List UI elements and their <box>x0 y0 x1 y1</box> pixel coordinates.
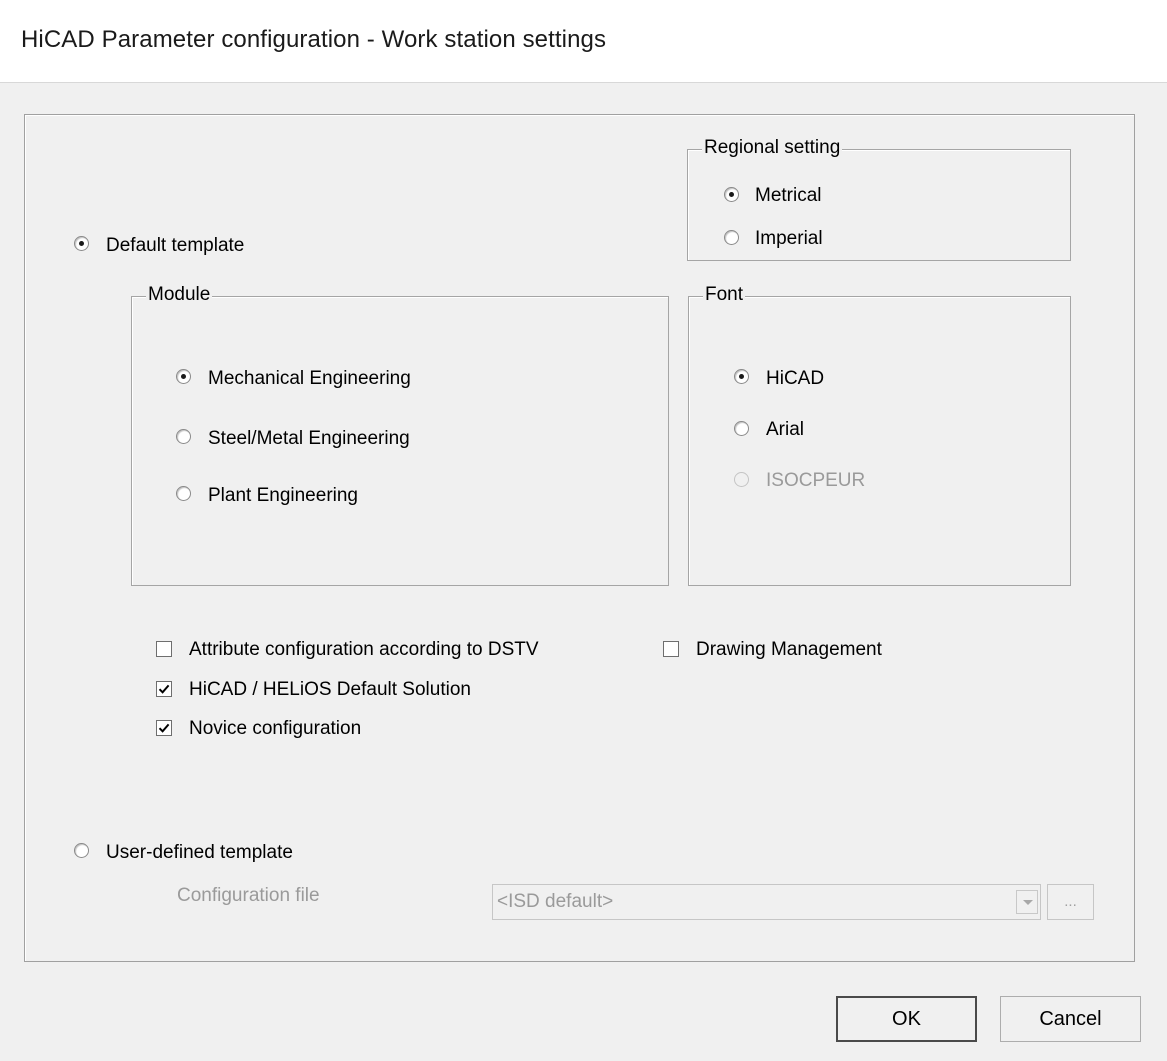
configuration-file-label: Configuration file <box>177 885 320 906</box>
mechanical-engineering-label[interactable]: Mechanical Engineering <box>208 368 411 390</box>
novice-configuration-checkbox[interactable] <box>156 720 172 736</box>
isocpeur-font-radio <box>734 472 749 487</box>
default-template-label[interactable]: Default template <box>106 235 244 257</box>
browse-button: ... <box>1047 884 1094 920</box>
drawing-management-checkbox[interactable] <box>663 641 679 657</box>
hicad-font-radio[interactable] <box>734 369 749 384</box>
drawing-management-label[interactable]: Drawing Management <box>696 639 882 661</box>
mechanical-engineering-radio[interactable] <box>176 369 191 384</box>
configuration-file-combo: <ISD default> <box>492 884 1041 920</box>
regional-setting-title: Regional setting <box>702 137 843 159</box>
default-template-radio[interactable] <box>74 236 89 251</box>
dstv-attribute-checkbox[interactable] <box>156 641 172 657</box>
isocpeur-font-label: ISOCPEUR <box>766 470 866 491</box>
default-solution-label[interactable]: HiCAD / HELiOS Default Solution <box>189 679 471 701</box>
regional-setting-group: Regional setting <box>687 137 1071 261</box>
dstv-attribute-label[interactable]: Attribute configuration according to DST… <box>189 639 539 661</box>
novice-configuration-label[interactable]: Novice configuration <box>189 718 361 740</box>
chevron-down-icon <box>1016 890 1038 914</box>
default-solution-checkbox[interactable] <box>156 681 172 697</box>
arial-font-radio[interactable] <box>734 421 749 436</box>
checkmark-icon <box>158 723 170 733</box>
steel-metal-engineering-label[interactable]: Steel/Metal Engineering <box>208 428 410 450</box>
module-title: Module <box>146 284 213 306</box>
plant-engineering-label[interactable]: Plant Engineering <box>208 485 358 507</box>
ok-button[interactable]: OK <box>836 996 977 1042</box>
imperial-radio[interactable] <box>724 230 739 245</box>
font-group: Font <box>688 284 1071 586</box>
plant-engineering-radio[interactable] <box>176 486 191 501</box>
user-defined-template-radio[interactable] <box>74 843 89 858</box>
imperial-label[interactable]: Imperial <box>755 228 823 250</box>
configuration-file-value: <ISD default> <box>497 891 614 912</box>
font-title: Font <box>703 284 746 306</box>
cancel-button[interactable]: Cancel <box>1000 996 1141 1042</box>
title-bar: HiCAD Parameter configuration - Work sta… <box>0 0 1167 83</box>
arial-font-label[interactable]: Arial <box>766 419 804 441</box>
checkmark-icon <box>158 684 170 694</box>
window-title: HiCAD Parameter configuration - Work sta… <box>21 26 607 53</box>
user-defined-template-label[interactable]: User-defined template <box>106 842 293 864</box>
steel-metal-engineering-radio[interactable] <box>176 429 191 444</box>
metrical-label[interactable]: Metrical <box>755 185 822 207</box>
metrical-radio[interactable] <box>724 187 739 202</box>
hicad-font-label[interactable]: HiCAD <box>766 368 824 390</box>
